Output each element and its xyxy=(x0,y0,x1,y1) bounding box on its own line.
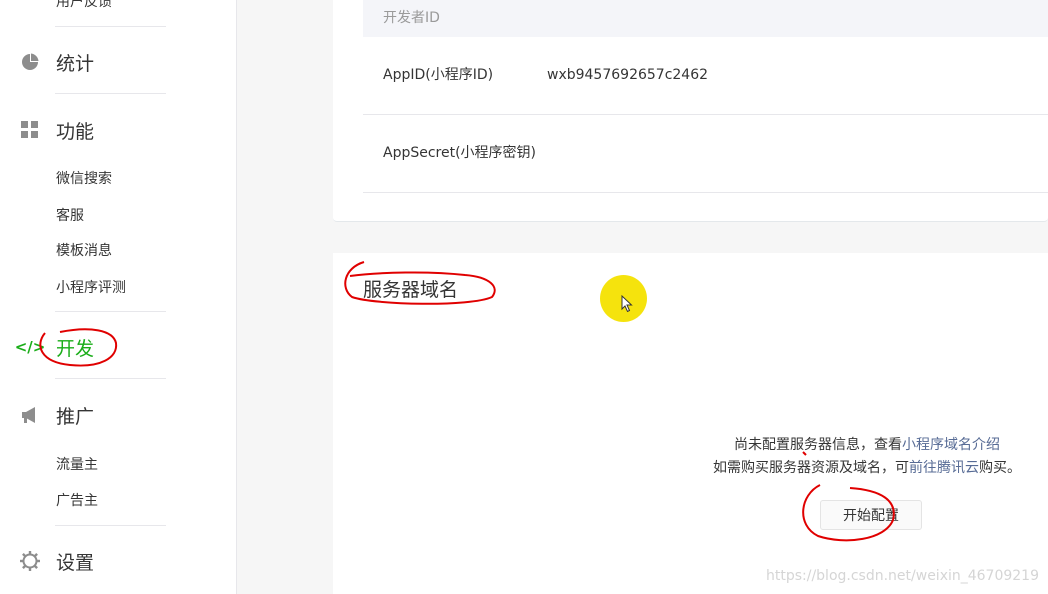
gear-icon xyxy=(18,549,42,573)
server-empty-message: 尚未配置服务器信息，查看小程序域名介绍 如需购买服务器资源及域名，可前往腾讯云购… xyxy=(713,434,1021,480)
appsecret-label: AppSecret(小程序密钥) xyxy=(383,145,537,161)
developer-id-header: 开发者ID xyxy=(363,0,1048,37)
sidebar-section-promotion[interactable]: 推广 xyxy=(18,400,94,430)
sidebar-section-develop[interactable]: </> 开发 xyxy=(14,332,95,362)
appsecret-row: AppSecret(小程序密钥) xyxy=(363,115,1048,193)
sidebar-item-traffic-owner[interactable]: 流量主 xyxy=(56,454,98,474)
tencent-cloud-link[interactable]: 前往腾讯云 xyxy=(909,460,979,476)
empty-line1-text: 尚未配置服务器信息，查看 xyxy=(734,437,902,453)
empty-line2-suffix: 购买。 xyxy=(979,460,1021,476)
appid-label: AppID(小程序ID) xyxy=(383,67,494,83)
code-icon: </> xyxy=(14,338,46,356)
empty-line2-text: 如需购买服务器资源及域名，可 xyxy=(713,460,909,476)
sidebar-section-features[interactable]: 功能 xyxy=(18,115,94,145)
sidebar-divider xyxy=(55,525,166,526)
start-config-button[interactable]: 开始配置 xyxy=(820,500,922,530)
sidebar-divider xyxy=(55,378,166,379)
appid-value: wxb9457692657c2462 xyxy=(547,67,709,83)
sidebar-item-customer-service[interactable]: 客服 xyxy=(56,205,84,225)
sidebar-divider xyxy=(55,311,166,312)
sidebar-section-label: 推广 xyxy=(56,405,95,428)
sidebar-section-stats[interactable]: 统计 xyxy=(18,47,94,77)
domain-intro-link[interactable]: 小程序域名介绍 xyxy=(902,437,1000,453)
sidebar-item-template-message[interactable]: 模板消息 xyxy=(56,240,112,260)
mouse-cursor-icon xyxy=(621,295,633,313)
server-domain-title: 服务器域名 xyxy=(363,279,459,301)
sidebar-item-wechat-search[interactable]: 微信搜索 xyxy=(56,168,112,188)
developer-id-card: 开发者ID AppID(小程序ID) wxb9457692657c2462 Ap… xyxy=(333,0,1048,222)
sidebar-section-label: 统计 xyxy=(56,52,95,75)
sidebar-item-advertiser[interactable]: 广告主 xyxy=(56,490,98,510)
sidebar-divider xyxy=(55,26,166,27)
sidebar-section-label: 开发 xyxy=(56,337,95,360)
sidebar-item-feedback[interactable]: 用户反馈 xyxy=(56,0,112,11)
megaphone-icon xyxy=(18,403,42,427)
pie-chart-icon xyxy=(18,50,42,74)
sidebar-divider xyxy=(55,93,166,94)
sidebar-item-miniprogram-review[interactable]: 小程序评测 xyxy=(56,277,126,297)
sidebar-section-label: 设置 xyxy=(56,551,95,574)
sidebar-section-label: 功能 xyxy=(56,120,95,143)
sidebar-section-settings[interactable]: 设置 xyxy=(18,546,94,576)
appid-row: AppID(小程序ID) wxb9457692657c2462 xyxy=(363,37,1048,115)
sidebar: 用户反馈 统计 功能 微信搜索 客服 模板消息 小程序评测 </> 开发 推广 … xyxy=(0,0,237,594)
watermark: https://blog.csdn.net/weixin_46709219 xyxy=(765,568,1039,584)
server-domain-card: 服务器域名 尚未配置服务器信息，查看小程序域名介绍 如需购买服务器资源及域名，可… xyxy=(333,253,1048,594)
grid-icon xyxy=(18,118,42,142)
